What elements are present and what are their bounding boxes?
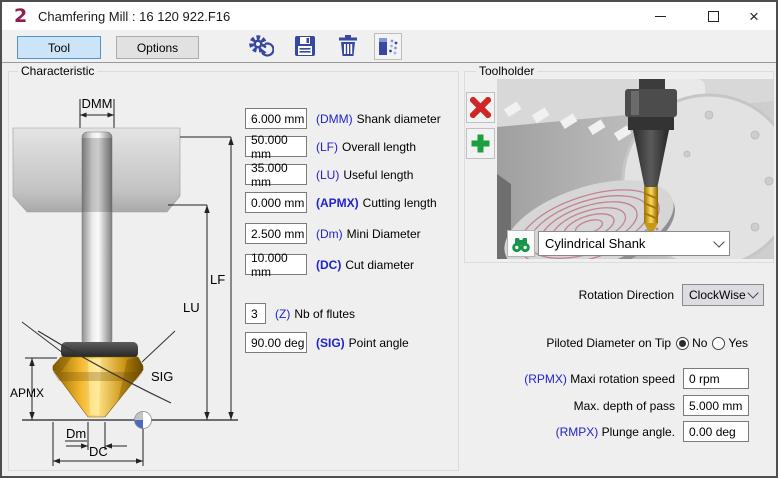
tab-options[interactable]: Options — [116, 36, 199, 59]
toolbar: Tool Options — [2, 30, 776, 63]
piloted-yes-option[interactable]: Yes — [712, 336, 748, 350]
point-angle-input[interactable]: 90.00 deg — [245, 332, 307, 353]
field-row-sig: 90.00 deg (SIG)Point angle — [245, 332, 409, 353]
close-icon: × — [749, 8, 759, 25]
simulation-button[interactable] — [374, 33, 402, 60]
tool-diagram: DMM SIG LF LU — [8, 93, 242, 473]
simulation-icon — [375, 34, 401, 59]
minimize-button[interactable] — [641, 2, 679, 30]
delete-icon — [470, 97, 491, 118]
add-icon — [470, 133, 491, 154]
apmx-dim-label: APMX — [10, 386, 44, 400]
maximize-icon — [708, 11, 719, 22]
toolholder-group-title: Toolholder — [476, 64, 537, 78]
rotation-direction-row: Rotation Direction ClockWise — [462, 284, 764, 306]
plunge-angle-input[interactable]: 0.00 deg — [683, 421, 749, 442]
lu-dim-label: LU — [183, 300, 200, 315]
chevron-down-icon — [713, 236, 724, 247]
app-logo-icon: 2 — [14, 5, 27, 27]
maximize-button[interactable] — [694, 2, 732, 30]
search-toolholder-button[interactable] — [507, 230, 535, 257]
origin-marker-icon — [135, 412, 152, 429]
piloted-diameter-label: Piloted Diameter on Tip — [546, 336, 671, 350]
max-rotation-speed-row: (RPMX) Maxi rotation speed 0 rpm — [462, 368, 749, 389]
mini-diameter-input[interactable]: 2.500 mm — [245, 223, 307, 244]
max-rotation-speed-input[interactable]: 0 rpm — [683, 368, 749, 389]
overall-length-input[interactable]: 50.000 mm — [245, 136, 307, 157]
field-row-dm: 2.500 mm (Dm)Mini Diameter — [245, 223, 421, 244]
lf-dim-label: LF — [210, 272, 225, 287]
max-depth-of-pass-input[interactable]: 5.000 mm — [683, 395, 749, 416]
delete-tool-button[interactable] — [335, 33, 361, 59]
field-row-dmm: 6.000 mm (DMM)Shank diameter — [245, 108, 441, 129]
shank-diameter-input[interactable]: 6.000 mm — [245, 108, 307, 129]
dc-dim-label: DC — [89, 444, 108, 459]
trash-icon — [335, 33, 361, 59]
window-title: Chamfering Mill : 16 120 922.F16 — [38, 9, 230, 24]
sig-dim-label: SIG — [151, 369, 173, 384]
dm-dim-label: Dm — [66, 426, 86, 441]
toolholder-add-button[interactable] — [466, 128, 495, 159]
field-row-lu: 35.000 mm (LU)Useful length — [245, 164, 413, 185]
close-button[interactable]: × — [735, 2, 773, 30]
tab-tool[interactable]: Tool — [17, 36, 101, 59]
shank-type-select[interactable]: Cylindrical Shank — [538, 231, 730, 256]
gear-refresh-icon — [248, 33, 274, 59]
max-depth-of-pass-row: Max. depth of pass 5.000 mm — [462, 395, 749, 416]
useful-length-input[interactable]: 35.000 mm — [245, 164, 307, 185]
piloted-diameter-row: Piloted Diameter on Tip No Yes — [462, 336, 748, 350]
save-icon — [292, 33, 318, 59]
title-bar: 2 Chamfering Mill : 16 120 922.F16 × — [2, 2, 776, 30]
plunge-angle-row: (RMPX) Plunge angle. 0.00 deg — [462, 421, 749, 442]
cut-diameter-input[interactable]: 10.000 mm — [245, 254, 307, 275]
piloted-no-option[interactable]: No — [676, 336, 707, 350]
radio-selected-icon — [676, 337, 689, 350]
save-button[interactable] — [292, 33, 318, 59]
flutes-count-input[interactable]: 3 — [245, 303, 266, 324]
field-row-z: 3 (Z)Nb of flutes — [245, 303, 355, 324]
field-row-lf: 50.000 mm (LF)Overall length — [245, 136, 416, 157]
chevron-down-icon — [747, 287, 758, 298]
rotation-direction-label: Rotation Direction — [579, 288, 674, 302]
dmm-dim-label: DMM — [81, 96, 112, 111]
cutting-length-input[interactable]: 0.000 mm — [245, 192, 307, 213]
field-row-apmx: 0.000 mm (APMX)Cutting length — [245, 192, 437, 213]
minimize-icon — [655, 16, 666, 17]
toolholder-delete-button[interactable] — [466, 92, 495, 123]
characteristic-group-title: Characteristic — [18, 64, 97, 78]
radio-icon — [712, 337, 725, 350]
field-row-dc: 10.000 mm (DC)Cut diameter — [245, 254, 414, 275]
shank-type-value: Cylindrical Shank — [545, 236, 645, 251]
tool-parameters-window: 2 Chamfering Mill : 16 120 922.F16 × Too… — [0, 0, 778, 478]
binoculars-icon — [511, 235, 531, 253]
rotation-direction-select[interactable]: ClockWise — [682, 284, 764, 306]
gear-refresh-button[interactable] — [248, 33, 274, 59]
